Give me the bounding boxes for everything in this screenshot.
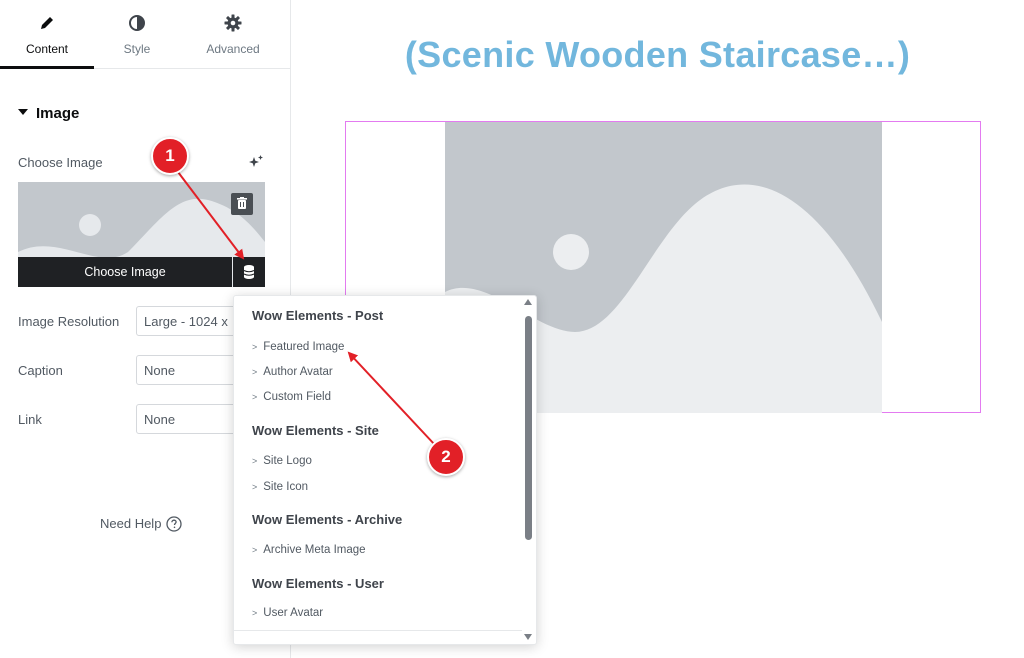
caret-down-icon [18, 109, 28, 115]
choose-image-label: Choose Image [18, 155, 103, 170]
remove-image-button[interactable] [231, 193, 253, 215]
annotation-marker-2: 2 [427, 438, 465, 476]
dropdown-item-label: Author Avatar [263, 366, 333, 378]
tab-advanced[interactable]: Advanced [180, 0, 286, 68]
chevron-right-icon: > [252, 482, 258, 492]
contrast-icon [129, 15, 145, 31]
annotation-marker-1: 1 [151, 137, 189, 175]
active-tab-indicator [0, 66, 94, 69]
dropdown-group-post: Wow Elements - Post [252, 308, 384, 323]
caption-label: Caption [18, 363, 63, 378]
dropdown-item-label: Archive Meta Image [263, 544, 366, 556]
database-icon [243, 265, 255, 279]
scroll-down-arrow-icon[interactable] [524, 634, 532, 640]
chevron-right-icon: > [252, 545, 258, 555]
panel-tabs: Content Style Advanced [0, 0, 290, 69]
dropdown-item-custom-field[interactable]: > Custom Field [252, 391, 331, 403]
dropdown-item-label: Site Logo [263, 455, 312, 467]
need-help-link[interactable]: Need Help [100, 516, 161, 531]
image-resolution-select[interactable]: Large - 1024 x [136, 306, 246, 336]
dropdown-item-author-avatar[interactable]: > Author Avatar [252, 366, 333, 378]
dropdown-group-archive: Wow Elements - Archive [252, 512, 403, 527]
dropdown-divider [234, 630, 522, 631]
ai-sparkle-icon[interactable] [248, 154, 264, 170]
pencil-icon [41, 17, 53, 29]
chevron-right-icon: > [252, 392, 258, 402]
dropdown-item-site-logo[interactable]: > Site Logo [252, 455, 312, 467]
dropdown-item-label: User Avatar [263, 607, 324, 619]
tab-content[interactable]: Content [0, 0, 94, 69]
page-heading[interactable]: (Scenic Wooden Staircase…) [291, 34, 1024, 76]
dynamic-tags-button[interactable] [233, 257, 265, 287]
chevron-right-icon: > [252, 342, 258, 352]
dynamic-tags-dropdown: Wow Elements - Post > Featured Image > Aut… [233, 295, 537, 645]
chevron-right-icon: > [252, 608, 258, 618]
dropdown-item-label: Site Icon [263, 481, 309, 493]
image-resolution-label: Image Resolution [18, 314, 120, 329]
dropdown-group-user: Wow Elements - User [252, 576, 384, 591]
scroll-up-arrow-icon[interactable] [524, 299, 532, 305]
tab-style[interactable]: Style [94, 0, 180, 68]
link-label: Link [18, 412, 42, 427]
dropdown-item-user-avatar[interactable]: > User Avatar [252, 607, 323, 619]
section-title: Image [36, 105, 80, 122]
dropdown-item-featured-image[interactable]: > Featured Image [252, 341, 344, 353]
dropdown-item-label: Custom Field [263, 391, 332, 403]
choose-image-button[interactable]: Choose Image [18, 257, 232, 287]
section-image-toggle[interactable]: Image [18, 105, 79, 125]
dropdown-item-archive-meta-image[interactable]: > Archive Meta Image [252, 544, 366, 556]
tab-advanced-label: Advanced [206, 42, 260, 56]
chevron-right-icon: > [252, 456, 258, 466]
dropdown-group-site: Wow Elements - Site [252, 423, 379, 438]
dropdown-item-label: Featured Image [263, 341, 345, 353]
trash-icon [237, 197, 247, 209]
dropdown-scrollbar-thumb[interactable] [525, 316, 532, 540]
chevron-right-icon: > [252, 367, 258, 377]
link-select[interactable]: None [136, 404, 246, 434]
caption-select[interactable]: None [136, 355, 246, 385]
tab-style-label: Style [123, 42, 151, 56]
gear-icon [224, 14, 242, 32]
help-icon[interactable] [166, 516, 182, 532]
tab-content-label: Content [25, 42, 69, 56]
dropdown-item-site-icon[interactable]: > Site Icon [252, 481, 308, 493]
